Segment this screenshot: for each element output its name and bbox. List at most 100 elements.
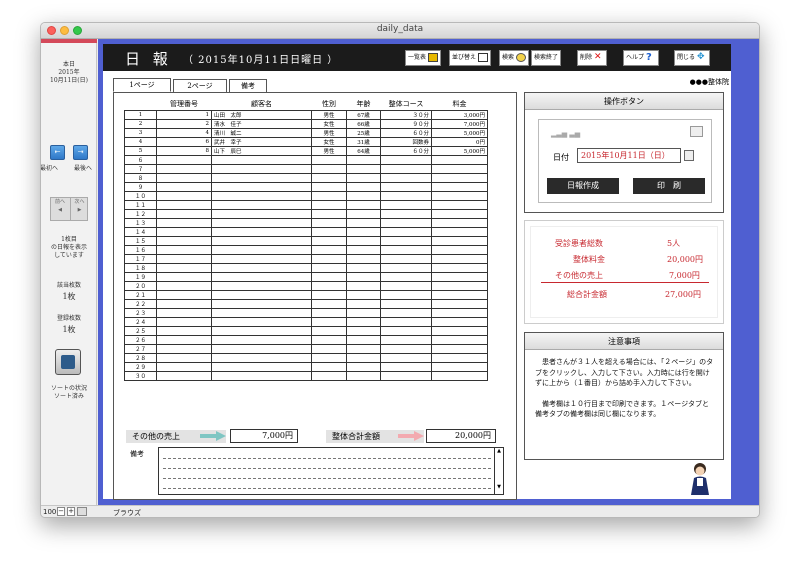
zoom-in-icon[interactable]: +	[67, 507, 75, 516]
table-cell[interactable]	[431, 244, 488, 255]
table-cell[interactable]	[380, 217, 432, 228]
table-cell[interactable]	[431, 208, 488, 219]
table-cell[interactable]	[156, 325, 212, 336]
zoom-out-icon[interactable]: −	[57, 507, 65, 516]
notes-textarea[interactable]: ▲ ▼	[158, 447, 504, 495]
close-button[interactable]: 閉じる ✥	[674, 50, 711, 66]
table-cell[interactable]	[346, 163, 381, 174]
table-cell[interactable]	[311, 172, 347, 183]
first-record-button[interactable]: ⇤	[50, 145, 65, 160]
table-cell[interactable]	[431, 217, 488, 228]
table-cell[interactable]	[211, 163, 312, 174]
table-cell[interactable]	[431, 298, 488, 309]
table-cell[interactable]	[211, 181, 312, 192]
table-cell[interactable]	[346, 271, 381, 282]
table-cell[interactable]	[346, 352, 381, 363]
delete-button[interactable]: 削除 ✕	[577, 50, 608, 66]
list-view-button[interactable]: 一覧表	[405, 50, 442, 66]
table-cell[interactable]	[211, 217, 312, 228]
date-picker-icon[interactable]	[684, 150, 694, 161]
table-cell[interactable]	[431, 343, 488, 354]
table-cell[interactable]: 2	[156, 118, 212, 129]
table-cell[interactable]	[311, 226, 347, 237]
table-row[interactable]: ６	[124, 154, 488, 165]
table-row[interactable]: 5 8 山下 辰巳 男性 64歳 ６０分 5,000円	[124, 145, 488, 156]
table-cell[interactable]	[211, 226, 312, 237]
table-cell[interactable]	[431, 334, 488, 345]
table-row[interactable]: ２９	[124, 361, 488, 372]
table-cell[interactable]	[156, 199, 212, 210]
table-cell[interactable]: 1	[156, 109, 212, 120]
table-row[interactable]: １９	[124, 271, 488, 282]
table-cell[interactable]	[211, 298, 312, 309]
table-cell[interactable]	[380, 253, 432, 264]
last-record-button[interactable]: ⇥	[73, 145, 88, 160]
table-cell[interactable]	[311, 208, 347, 219]
table-cell[interactable]: ６０分	[380, 127, 432, 138]
table-cell[interactable]: 山田 太郎	[211, 109, 312, 120]
table-cell[interactable]	[211, 325, 312, 336]
table-cell[interactable]: 回数券	[380, 136, 432, 147]
table-cell[interactable]: 男性	[311, 145, 347, 156]
table-cell[interactable]	[211, 244, 312, 255]
table-cell[interactable]	[346, 325, 381, 336]
table-cell[interactable]	[380, 199, 432, 210]
table-cell[interactable]: 7,000円	[431, 118, 488, 129]
other-sales-field[interactable]: 7,000円	[230, 429, 298, 443]
table-cell[interactable]: 8	[156, 145, 212, 156]
table-cell[interactable]	[346, 154, 381, 165]
table-cell[interactable]	[380, 181, 432, 192]
table-cell[interactable]	[380, 361, 432, 372]
table-cell[interactable]: 25歳	[346, 127, 381, 138]
table-cell[interactable]	[156, 244, 212, 255]
table-cell[interactable]	[380, 352, 432, 363]
toolbar-toggle-icon[interactable]	[77, 507, 87, 516]
mode-indicator[interactable]: ブラウズ	[113, 508, 141, 517]
table-cell[interactable]	[431, 235, 488, 246]
table-cell[interactable]	[311, 262, 347, 273]
table-cell[interactable]	[156, 334, 212, 345]
sort-status-icon[interactable]	[55, 349, 81, 375]
table-cell[interactable]	[211, 154, 312, 165]
zoom-level[interactable]: 100	[43, 508, 56, 516]
create-report-button[interactable]: 日報作成	[547, 178, 619, 194]
table-cell[interactable]	[431, 154, 488, 165]
table-cell[interactable]	[380, 208, 432, 219]
table-row[interactable]: ２１	[124, 289, 488, 300]
table-cell[interactable]: 5,000円	[431, 127, 488, 138]
table-cell[interactable]	[156, 289, 212, 300]
table-cell[interactable]	[346, 172, 381, 183]
table-cell[interactable]	[156, 307, 212, 318]
table-cell[interactable]	[211, 235, 312, 246]
table-cell[interactable]	[156, 208, 212, 219]
table-cell[interactable]	[431, 307, 488, 318]
table-cell[interactable]	[211, 208, 312, 219]
table-cell[interactable]: 5,000円	[431, 145, 488, 156]
table-row[interactable]: ８	[124, 172, 488, 183]
table-cell[interactable]	[156, 361, 212, 372]
table-cell[interactable]	[311, 181, 347, 192]
table-cell[interactable]	[346, 370, 381, 381]
table-cell[interactable]	[431, 361, 488, 372]
table-row[interactable]: １３	[124, 217, 488, 228]
table-cell[interactable]	[311, 271, 347, 282]
table-cell[interactable]	[346, 181, 381, 192]
table-cell[interactable]: 山下 辰巳	[211, 145, 312, 156]
table-cell[interactable]	[380, 334, 432, 345]
table-row[interactable]: ７	[124, 163, 488, 174]
table-row[interactable]: ２７	[124, 343, 488, 354]
table-cell[interactable]	[346, 208, 381, 219]
table-cell[interactable]	[211, 370, 312, 381]
table-cell[interactable]: ６０分	[380, 145, 432, 156]
table-cell[interactable]	[346, 190, 381, 201]
tab-page1[interactable]: 1ページ	[113, 78, 171, 92]
table-cell[interactable]: 67歳	[346, 109, 381, 120]
table-cell[interactable]	[156, 181, 212, 192]
table-cell[interactable]	[211, 199, 312, 210]
table-cell[interactable]	[211, 190, 312, 201]
table-cell[interactable]	[346, 253, 381, 264]
table-cell[interactable]: 男性	[311, 127, 347, 138]
table-cell[interactable]	[211, 352, 312, 363]
table-cell[interactable]: 清水 佳子	[211, 118, 312, 129]
table-row[interactable]: １６	[124, 244, 488, 255]
